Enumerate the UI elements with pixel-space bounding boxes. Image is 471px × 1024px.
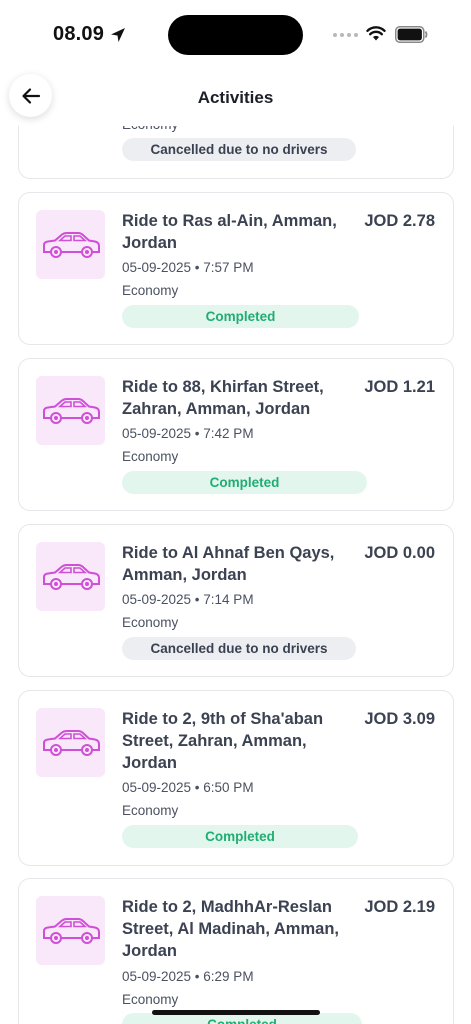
ride-price: JOD 2.78: [364, 212, 435, 230]
location-arrow-icon: [111, 28, 125, 42]
ride-class: Economy: [122, 283, 179, 298]
status-time: 08.09: [53, 23, 105, 45]
ride-destination: Ride to Al Ahnaf Ben Qays, Amman, Jordan: [122, 544, 335, 584]
car-icon-tile: [36, 896, 105, 965]
ride-class: Economy: [122, 449, 179, 464]
ride-class: Economy: [122, 126, 178, 132]
car-icon: [42, 231, 100, 258]
ride-destination: Ride to 2, 9th of Sha'aban Street, Zahra…: [122, 710, 324, 772]
ride-datetime: 05-09-2025 • 7:42 PM: [122, 426, 254, 441]
wifi-icon: [366, 26, 386, 41]
car-icon-tile: [36, 542, 105, 611]
ride-price: JOD 0.00: [364, 544, 435, 562]
status-badge: Completed: [122, 825, 358, 848]
status-badge: Cancelled due to no drivers: [122, 138, 356, 161]
page-title: Activities: [197, 88, 274, 107]
car-icon: [42, 397, 100, 424]
activity-card[interactable]: Ride to 2, MadhhAr-Reslan Street, Al Mad…: [18, 878, 454, 1024]
dynamic-island: [168, 15, 303, 55]
signal-dots-icon: [333, 33, 358, 37]
activity-card[interactable]: Ride to 88, Khirfan Street, Zahran, Amma…: [18, 358, 454, 511]
ride-datetime: 05-09-2025 • 6:29 PM: [122, 969, 254, 984]
car-icon: [42, 563, 100, 590]
header: Activities: [0, 70, 471, 126]
car-icon-tile: [36, 376, 105, 445]
home-indicator[interactable]: [152, 1010, 320, 1015]
ride-datetime: 05-09-2025 • 7:57 PM: [122, 260, 254, 275]
activity-card[interactable]: Ride to Ras al-Ain, Amman, Jordan JOD 2.…: [18, 192, 454, 345]
ride-datetime: 05-09-2025 • 7:14 PM: [122, 592, 254, 607]
status-badge: Cancelled due to no drivers: [122, 637, 356, 660]
status-bar: 08.09: [0, 0, 471, 70]
ride-class: Economy: [122, 803, 179, 818]
ride-price: JOD 2.19: [364, 898, 435, 916]
ride-destination: Ride to 88, Khirfan Street, Zahran, Amma…: [122, 378, 324, 418]
activity-list[interactable]: Economy Cancelled due to no drivers Ride…: [0, 126, 471, 1024]
status-badge: Completed: [122, 471, 367, 494]
car-icon: [42, 729, 100, 756]
car-icon: [42, 917, 100, 944]
status-badge: Completed: [122, 305, 359, 328]
ride-class: Economy: [122, 615, 179, 630]
ride-price: JOD 1.21: [364, 378, 435, 396]
battery-icon: [395, 26, 428, 43]
ride-destination: Ride to Ras al-Ain, Amman, Jordan: [122, 212, 337, 252]
car-icon-tile: [36, 708, 105, 777]
activity-card[interactable]: Economy Cancelled due to no drivers: [18, 126, 454, 179]
activity-card[interactable]: Ride to 2, 9th of Sha'aban Street, Zahra…: [18, 690, 454, 866]
activity-card[interactable]: Ride to Al Ahnaf Ben Qays, Amman, Jordan…: [18, 524, 454, 677]
ride-datetime: 05-09-2025 • 6:50 PM: [122, 780, 254, 795]
car-icon-tile: [36, 210, 105, 279]
ride-price: JOD 3.09: [364, 710, 435, 728]
ride-class: Economy: [122, 992, 179, 1007]
ride-destination: Ride to 2, MadhhAr-Reslan Street, Al Mad…: [122, 898, 339, 960]
